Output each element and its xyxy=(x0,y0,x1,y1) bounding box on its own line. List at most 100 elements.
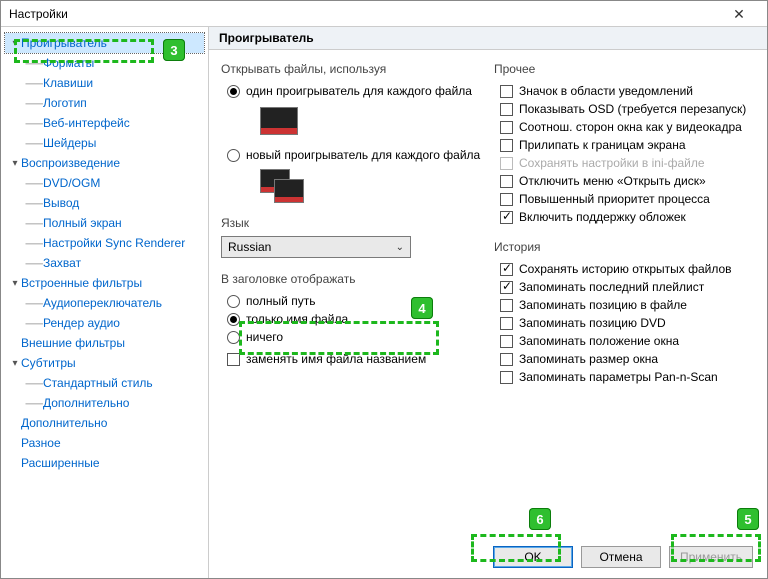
sidebar-item[interactable]: ⸺Шейдеры xyxy=(21,133,204,153)
language-group-label: Язык xyxy=(221,216,482,230)
category-tree[interactable]: ▾Проигрыватель⸺Форматы⸺Клавиши⸺Логотип⸺В… xyxy=(5,33,204,473)
history-label: Запоминать параметры Pan-n-Scan xyxy=(519,370,718,384)
open-files-option-multi[interactable]: новый проигрыватель для каждого файла xyxy=(221,146,482,164)
history-label: Запоминать размер окна xyxy=(519,352,658,366)
open-files-option-label: один проигрыватель для каждого файла xyxy=(246,84,472,98)
twisty-icon: ▾ xyxy=(9,278,21,289)
right-column: Прочее Значок в области уведомленийПоказ… xyxy=(494,60,755,536)
checkbox-icon xyxy=(500,317,513,330)
misc-label: Сохранять настройки в ini-файле xyxy=(519,156,705,170)
titlebar: Настройки ✕ xyxy=(1,1,767,27)
sidebar-item-label: Веб-интерфейс xyxy=(43,116,130,130)
sidebar-item-label: DVD/OGM xyxy=(43,176,100,190)
settings-window: Настройки ✕ ▾Проигрыватель⸺Форматы⸺Клави… xyxy=(0,0,768,579)
checkbox-icon xyxy=(227,353,240,366)
sidebar-item[interactable]: ⸺Вывод xyxy=(21,193,204,213)
sidebar-item[interactable]: ⸺Рендер аудио xyxy=(21,313,204,333)
sidebar-item-label: Захват xyxy=(43,256,81,270)
sidebar-item[interactable]: ▾Воспроизведение xyxy=(5,153,204,173)
ok-button[interactable]: OK xyxy=(493,546,573,568)
misc-item[interactable]: Показывать OSD (требуется перезапуск) xyxy=(494,100,755,118)
checkbox-icon: ✓ xyxy=(500,263,513,276)
sidebar-item-label: Воспроизведение xyxy=(21,156,120,170)
sidebar-item[interactable]: ⸺Клавиши xyxy=(21,73,204,93)
sidebar-item[interactable]: Расширенные xyxy=(5,453,204,473)
sidebar-item[interactable]: ▾Встроенные фильтры xyxy=(5,273,204,293)
history-label: Запоминать позицию DVD xyxy=(519,316,666,330)
sidebar-item-label: Полный экран xyxy=(43,216,122,230)
chevron-down-icon: ⌄ xyxy=(396,242,404,253)
sidebar-item[interactable]: ⸺Настройки Sync Renderer xyxy=(21,233,204,253)
history-item[interactable]: Запоминать позицию в файле xyxy=(494,296,755,314)
sidebar-item[interactable]: ⸺Захват xyxy=(21,253,204,273)
close-icon[interactable]: ✕ xyxy=(719,1,759,27)
misc-label: Показывать OSD (требуется перезапуск) xyxy=(519,102,746,116)
checkbox-icon: ✓ xyxy=(500,211,513,224)
title-replace-check[interactable]: заменять имя файла названием xyxy=(221,350,482,368)
history-item[interactable]: ✓ Сохранять историю открытых файлов xyxy=(494,260,755,278)
multi-player-icon xyxy=(261,170,311,206)
misc-item[interactable]: ✓ Включить поддержку обложек xyxy=(494,208,755,226)
sidebar-item[interactable]: Внешние фильтры xyxy=(5,333,204,353)
sidebar-item[interactable]: ⸺Логотип xyxy=(21,93,204,113)
history-item[interactable]: Запоминать положение окна xyxy=(494,332,755,350)
sidebar-item[interactable]: ⸺Стандартный стиль xyxy=(21,373,204,393)
history-label: Сохранять историю открытых файлов xyxy=(519,262,732,276)
history-group-label: История xyxy=(494,240,755,254)
sidebar-item[interactable]: ⸺Полный экран xyxy=(21,213,204,233)
sidebar-item-label: Дополнительно xyxy=(43,396,129,410)
left-column: Открывать файлы, используя один проигрыв… xyxy=(221,60,482,536)
misc-item[interactable]: Прилипать к границам экрана xyxy=(494,136,755,154)
sidebar-item-label: Рендер аудио xyxy=(43,316,120,330)
checkbox-icon xyxy=(500,103,513,116)
cancel-button[interactable]: Отмена xyxy=(581,546,661,568)
sidebar-item[interactable]: ▾Субтитры xyxy=(5,353,204,373)
open-files-option-single[interactable]: один проигрыватель для каждого файла xyxy=(221,82,482,100)
sidebar-item-label: Дополнительно xyxy=(21,416,107,430)
sidebar: ▾Проигрыватель⸺Форматы⸺Клавиши⸺Логотип⸺В… xyxy=(1,27,209,578)
history-item[interactable]: Запоминать позицию DVD xyxy=(494,314,755,332)
section-header: Проигрыватель xyxy=(209,27,767,50)
sidebar-item[interactable]: Дополнительно xyxy=(5,413,204,433)
misc-item: Сохранять настройки в ini-файле xyxy=(494,154,755,172)
sidebar-item[interactable]: Разное xyxy=(5,433,204,453)
sidebar-item[interactable]: ⸺Форматы xyxy=(21,53,204,73)
radio-icon xyxy=(227,295,240,308)
sidebar-item[interactable]: ⸺DVD/OGM xyxy=(21,173,204,193)
sidebar-item[interactable]: ⸺Веб-интерфейс xyxy=(21,113,204,133)
misc-label: Включить поддержку обложек xyxy=(519,210,686,224)
checkbox-icon xyxy=(500,85,513,98)
sidebar-item-label: Проигрыватель xyxy=(21,36,107,50)
checkbox-icon xyxy=(500,157,513,170)
history-label: Запоминать позицию в файле xyxy=(519,298,687,312)
misc-item[interactable]: Соотнош. сторон окна как у видеокадра xyxy=(494,118,755,136)
sidebar-item[interactable]: ⸺Дополнительно xyxy=(21,393,204,413)
language-value: Russian xyxy=(228,240,271,254)
misc-item[interactable]: Значок в области уведомлений xyxy=(494,82,755,100)
radio-icon xyxy=(227,313,240,326)
sidebar-item-label: Встроенные фильтры xyxy=(21,276,142,290)
apply-button[interactable]: Применить xyxy=(669,546,753,568)
sidebar-item[interactable]: ▾Проигрыватель xyxy=(5,33,204,53)
sidebar-item[interactable]: ⸺Аудиопереключатель xyxy=(21,293,204,313)
window-title: Настройки xyxy=(9,1,68,27)
twisty-icon: ▾ xyxy=(9,38,21,49)
misc-item[interactable]: Повышенный приоритет процесса xyxy=(494,190,755,208)
title-nothing[interactable]: ничего xyxy=(221,328,482,346)
history-item[interactable]: ✓Запоминать последний плейлист xyxy=(494,278,755,296)
title-full-path[interactable]: полный путь xyxy=(221,292,482,310)
checkbox-icon xyxy=(500,335,513,348)
title-filename-only[interactable]: только имя файла xyxy=(221,310,482,328)
history-item[interactable]: Запоминать параметры Pan-n-Scan xyxy=(494,368,755,386)
open-files-option-label: новый проигрыватель для каждого файла xyxy=(246,148,480,162)
sidebar-item-label: Расширенные xyxy=(21,456,100,470)
title-option-label: ничего xyxy=(246,330,283,344)
misc-item[interactable]: Отключить меню «Открыть диск» xyxy=(494,172,755,190)
misc-label: Значок в области уведомлений xyxy=(519,84,693,98)
language-select[interactable]: Russian ⌄ xyxy=(221,236,411,258)
sidebar-item-label: Аудиопереключатель xyxy=(43,296,162,310)
history-item[interactable]: Запоминать размер окна xyxy=(494,350,755,368)
sidebar-item-label: Логотип xyxy=(43,96,87,110)
checkbox-icon xyxy=(500,139,513,152)
twisty-icon: ▾ xyxy=(9,158,21,169)
